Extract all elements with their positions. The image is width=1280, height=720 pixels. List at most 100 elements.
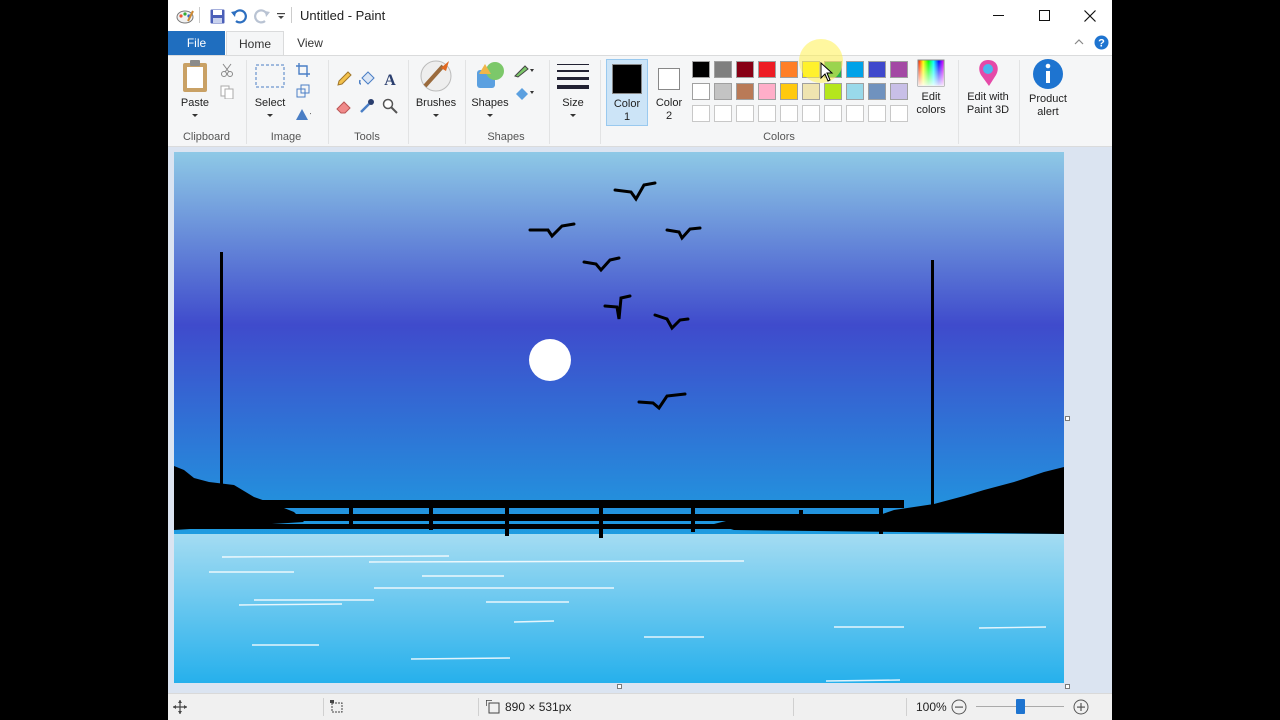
palette-swatch[interactable] (802, 61, 820, 78)
colors-group-label: Colors (763, 131, 795, 143)
color2-button[interactable]: Color 2 (648, 59, 690, 126)
window-title: Untitled - Paint (300, 8, 386, 23)
paste-button[interactable]: Paste (174, 58, 216, 122)
outline-icon[interactable] (514, 63, 536, 79)
help-icon[interactable]: ? (1094, 35, 1109, 53)
palette-swatch[interactable] (868, 105, 886, 122)
minimize-button[interactable] (975, 0, 1021, 31)
tab-file[interactable]: File (168, 31, 225, 55)
palette-swatch[interactable] (736, 83, 754, 100)
select-button[interactable]: Select (252, 58, 288, 122)
chevron-down-icon (570, 114, 576, 117)
edit-with-paint3d-label: Edit with Paint 3D (966, 91, 1010, 116)
tab-home[interactable]: Home (226, 31, 284, 56)
palette-swatch[interactable] (736, 105, 754, 122)
palette-swatch[interactable] (758, 61, 776, 78)
palette-swatch[interactable] (824, 105, 842, 122)
clipboard-group-label: Clipboard (182, 131, 231, 143)
brushes-label: Brushes (415, 97, 457, 109)
palette-swatch[interactable] (846, 83, 864, 100)
maximize-button[interactable] (1021, 0, 1067, 31)
product-alert-button[interactable]: Product alert (1023, 58, 1073, 119)
palette-swatch[interactable] (780, 83, 798, 100)
palette-swatch[interactable] (714, 61, 732, 78)
chevron-down-icon (433, 114, 439, 117)
palette-swatch[interactable] (780, 61, 798, 78)
fill-bucket-icon[interactable] (359, 71, 375, 87)
redo-icon[interactable] (253, 7, 271, 25)
select-rectangle-icon (255, 64, 285, 88)
color-spectrum-icon (917, 59, 945, 87)
copy-icon[interactable] (219, 84, 235, 100)
fill-icon[interactable] (514, 85, 536, 101)
palette-swatch[interactable] (868, 61, 886, 78)
palette-swatch[interactable] (846, 105, 864, 122)
palette-swatch[interactable] (692, 105, 710, 122)
drawing-canvas[interactable] (174, 152, 1064, 683)
paint-app-icon[interactable] (176, 7, 194, 25)
palette-swatch[interactable] (758, 83, 776, 100)
palette-swatch[interactable] (758, 105, 776, 122)
zoom-slider-thumb[interactable] (1016, 699, 1025, 714)
pencil-icon[interactable] (336, 71, 352, 87)
svg-text:?: ? (1098, 38, 1105, 50)
palette-swatch[interactable] (890, 105, 908, 122)
palette-swatch[interactable] (736, 61, 754, 78)
color2-swatch (658, 68, 680, 90)
selection-size-icon (330, 700, 344, 717)
edit-colors-button[interactable]: Edit colors (912, 58, 950, 117)
palette-swatch[interactable] (890, 61, 908, 78)
resize-icon[interactable] (295, 83, 311, 99)
canvas-workspace[interactable] (168, 147, 1112, 693)
rotate-icon[interactable] (295, 106, 311, 122)
palette-swatch[interactable] (714, 105, 732, 122)
paint3d-icon (979, 60, 998, 86)
image-group-label: Image (270, 131, 302, 143)
palette-swatch[interactable] (802, 105, 820, 122)
palette-swatch[interactable] (802, 83, 820, 100)
eraser-icon[interactable] (336, 98, 352, 114)
brushes-button[interactable]: Brushes (412, 58, 460, 122)
undo-icon[interactable] (230, 7, 248, 25)
sky (174, 152, 1064, 537)
canvas-size-icon (485, 699, 500, 717)
collapse-ribbon-icon[interactable] (1073, 36, 1085, 50)
save-icon[interactable] (208, 7, 226, 25)
mouse-cursor-icon (820, 62, 834, 82)
shapes-button[interactable]: Shapes (470, 58, 510, 122)
palette-swatch[interactable] (868, 83, 886, 100)
tab-view[interactable]: View (286, 31, 334, 55)
size-button[interactable]: Size (554, 58, 592, 122)
shapes-label: Shapes (471, 97, 509, 109)
color1-swatch (612, 64, 642, 94)
shapes-group-label: Shapes (487, 131, 525, 143)
edit-colors-label: Edit colors (916, 91, 946, 116)
color1-button[interactable]: Color 1 (606, 59, 648, 126)
cut-icon[interactable] (219, 62, 235, 78)
cursor-position-icon (173, 700, 187, 717)
crop-icon[interactable] (295, 62, 311, 78)
chevron-down-icon (267, 114, 273, 117)
zoom-in-button[interactable] (1073, 699, 1089, 718)
palette-swatch[interactable] (890, 83, 908, 100)
palette-swatch[interactable] (714, 83, 732, 100)
edit-with-paint3d-button[interactable]: Edit with Paint 3D (963, 58, 1013, 117)
zoom-out-button[interactable] (951, 699, 967, 718)
right-pole (931, 260, 934, 508)
select-label: Select (254, 97, 286, 109)
chevron-down-icon (487, 114, 493, 117)
text-tool-icon[interactable]: A (382, 71, 398, 87)
palette-swatch[interactable] (846, 61, 864, 78)
close-button[interactable] (1067, 0, 1112, 31)
palette-swatch[interactable] (824, 83, 842, 100)
palette-swatch[interactable] (692, 61, 710, 78)
resize-handle-corner[interactable] (1065, 684, 1070, 689)
palette-swatch[interactable] (692, 83, 710, 100)
palette-swatch[interactable] (780, 105, 798, 122)
resize-handle-right[interactable] (1065, 416, 1070, 421)
customize-dropdown-icon[interactable] (272, 7, 290, 25)
color-picker-icon[interactable] (359, 98, 375, 114)
magnifier-icon[interactable] (382, 98, 398, 114)
resize-handle-bottom[interactable] (617, 684, 622, 689)
status-bar: 890 × 531px 100% (168, 693, 1112, 720)
